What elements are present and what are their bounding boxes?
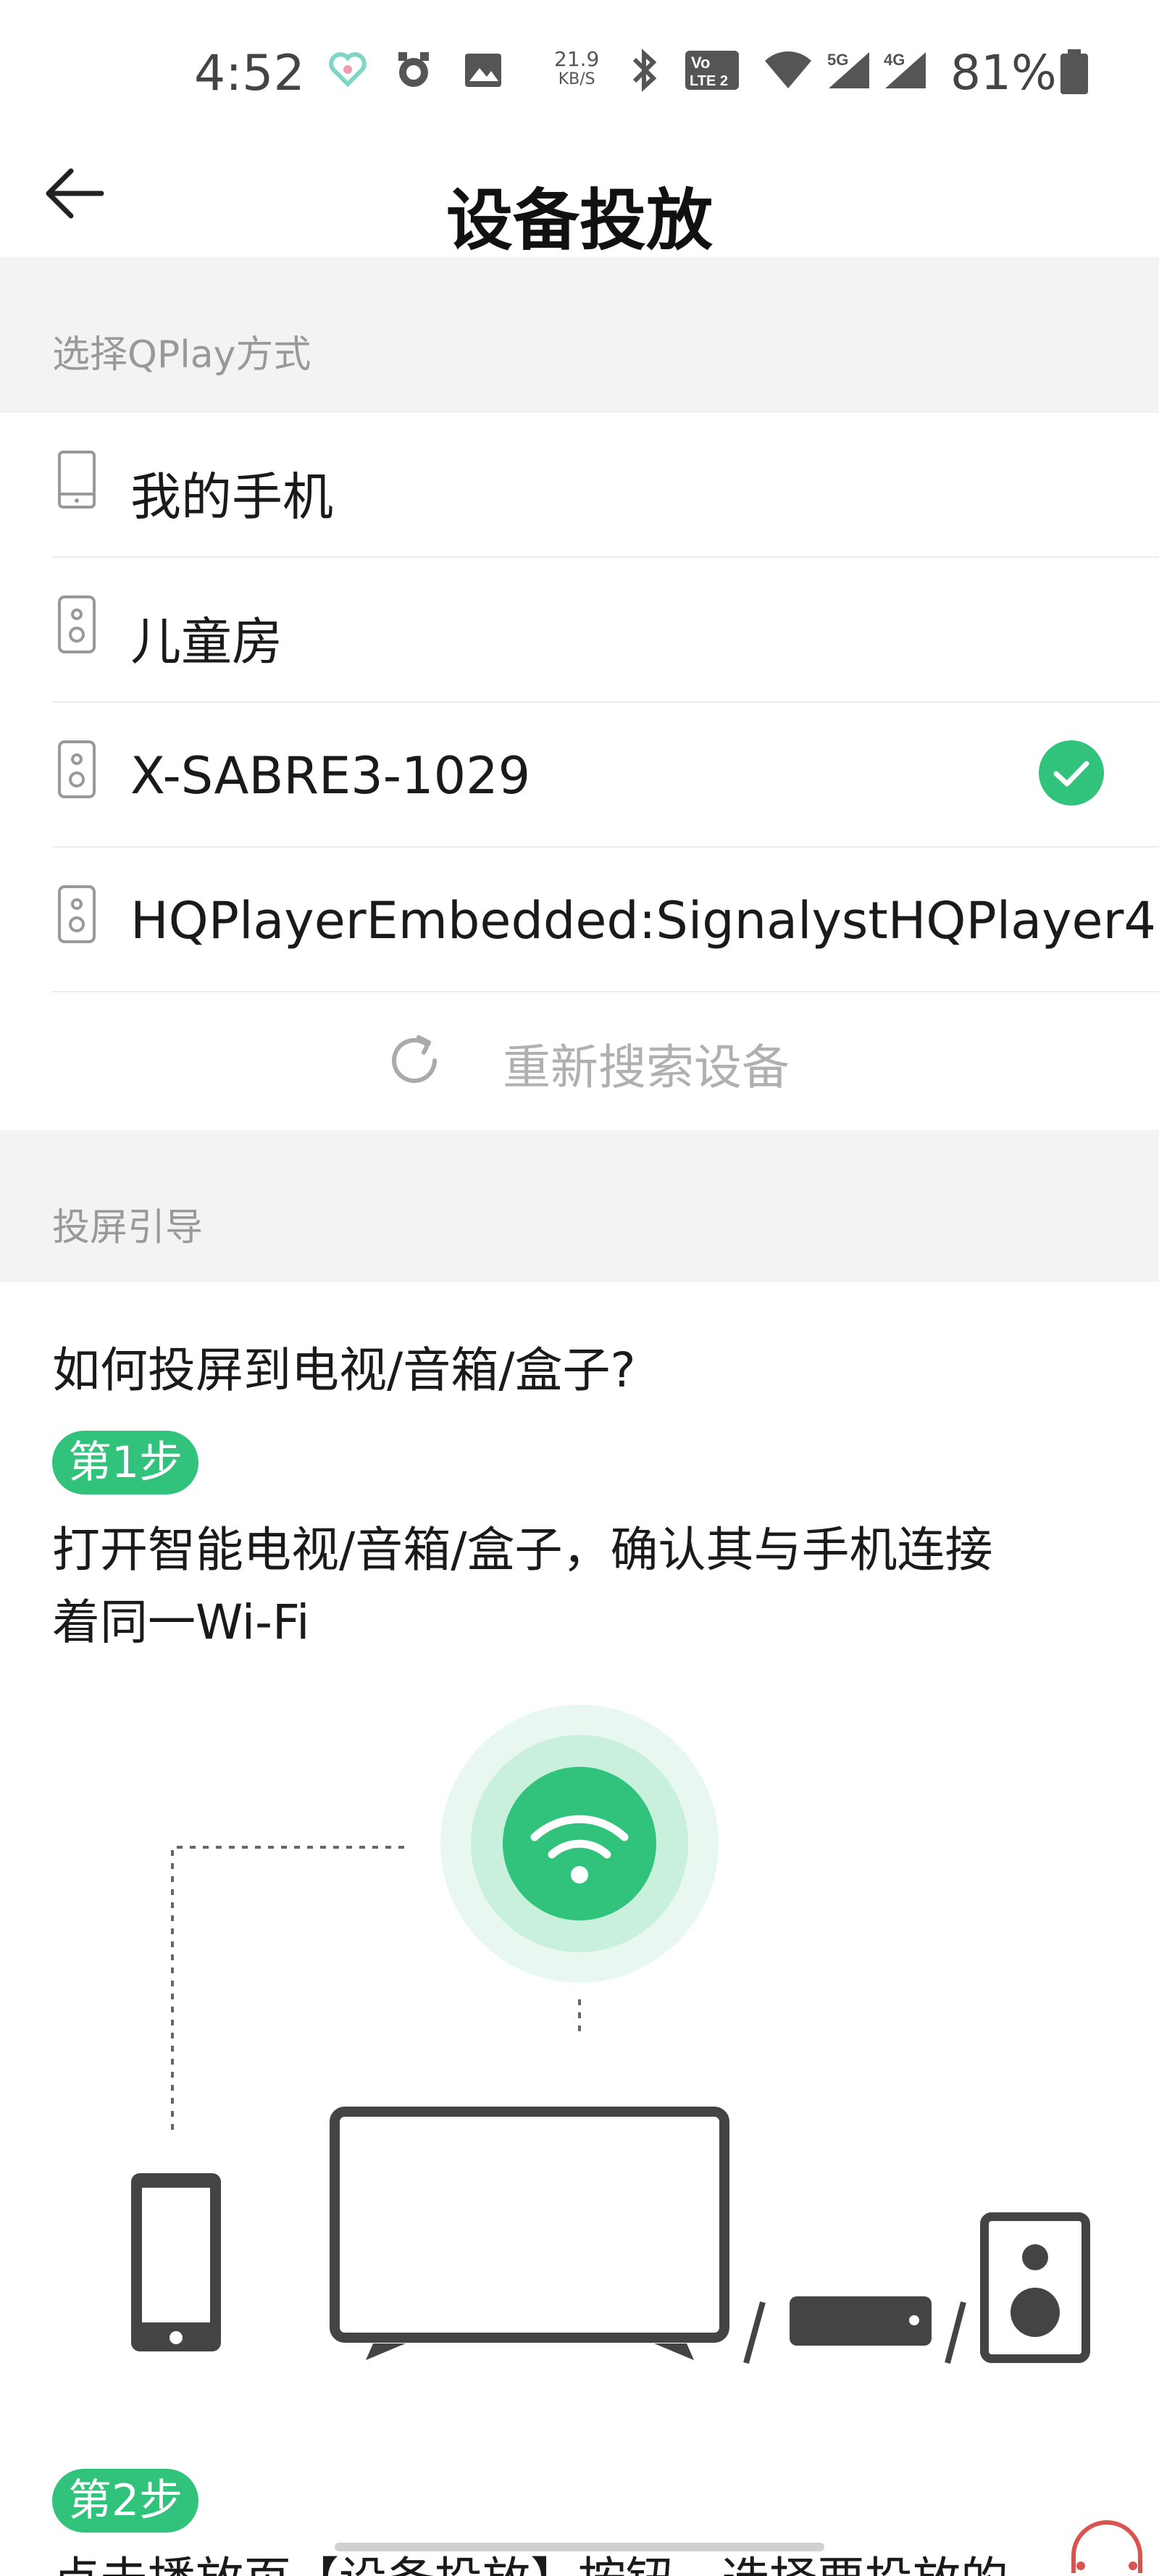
wifi-router-icon <box>440 1705 719 1983</box>
qplay-section-label: 选择QPlay方式 <box>52 333 311 377</box>
headphones-icon[interactable] <box>1063 2515 1150 2576</box>
speaker-icon <box>57 594 97 658</box>
step-1-text: 打开智能电视/音箱/盒子，确认其与手机连接 着同一Wi-Fi <box>52 1514 1124 1659</box>
signal-4g-icon: 4G <box>881 48 932 96</box>
status-bar: 4:52 21.9 KB/S Vo LTE 2 5G 4G 81% <box>0 0 1159 145</box>
home-indicator[interactable] <box>335 2543 824 2551</box>
guide-section-header: 投屏引导 <box>0 1130 1159 1282</box>
device-name: X-SABRE3-1029 <box>130 746 531 806</box>
signal-5g-icon: 5G <box>824 48 875 96</box>
page-title: 设备投放 <box>445 182 713 259</box>
device-name: 儿童房 <box>130 612 283 672</box>
device-row-x-sabre3[interactable]: X-SABRE3-1029 <box>52 703 1159 848</box>
app-header: 设备投放 <box>0 145 1159 259</box>
guide-question: 如何投屏到电视/音箱/盒子? <box>52 1342 636 1398</box>
volte-label-bottom: LTE 2 <box>690 73 728 89</box>
speaker-icon <box>57 884 97 948</box>
network-speed-value: 21.9 <box>554 47 600 71</box>
heart-app-icon <box>326 48 369 94</box>
phone-icon <box>57 449 97 513</box>
signal-5g-label: 5G <box>827 51 848 69</box>
signal-4g-label: 4G <box>884 51 905 69</box>
refresh-search-button[interactable]: 重新搜索设备 <box>0 985 1159 1130</box>
speaker-illustration-icon <box>980 2212 1090 2363</box>
network-speed: 21.9 KB/S <box>554 49 599 90</box>
status-time: 4:52 <box>194 45 305 102</box>
volte-label-top: Vo <box>691 54 710 72</box>
network-speed-unit: KB/S <box>558 70 595 88</box>
step-1-text-line1: 打开智能电视/音箱/盒子，确认其与手机连接 <box>52 1522 993 1578</box>
selected-check-icon <box>1037 739 1105 810</box>
battery-percent: 81% <box>950 45 1057 101</box>
step-2-badge: 第2步 <box>52 2469 199 2533</box>
cast-guide-illustration <box>0 1695 1159 2376</box>
bluetooth-icon <box>624 48 664 96</box>
device-name: HQPlayerEmbedded:SignalystHQPlayer4 <box>130 891 1156 950</box>
refresh-icon <box>384 1030 445 1094</box>
step-1-text-line2: 着同一Wi-Fi <box>52 1594 310 1650</box>
phone-illustration-icon <box>131 2173 221 2351</box>
guide-section-label: 投屏引导 <box>52 1206 204 1250</box>
device-row-hqplayer[interactable]: HQPlayerEmbedded:SignalystHQPlayer4 <box>52 848 1159 992</box>
image-icon <box>461 48 506 96</box>
step-1-badge: 第1步 <box>52 1431 199 1494</box>
battery-icon <box>1058 48 1091 99</box>
refresh-label: 重新搜索设备 <box>503 1040 790 1095</box>
qplay-section-header: 选择QPlay方式 <box>0 257 1159 413</box>
wifi-status-icon <box>762 48 814 96</box>
set-top-box-icon <box>790 2296 966 2364</box>
alarm-icon <box>391 48 436 96</box>
speaker-icon <box>57 739 97 803</box>
volte-icon: Vo LTE 2 <box>684 48 740 96</box>
device-row-kids-room[interactable]: 儿童房 <box>52 558 1159 703</box>
device-name: 我的手机 <box>130 467 333 527</box>
tv-illustration-icon <box>330 2107 766 2364</box>
device-row-phone[interactable]: 我的手机 <box>52 413 1159 558</box>
